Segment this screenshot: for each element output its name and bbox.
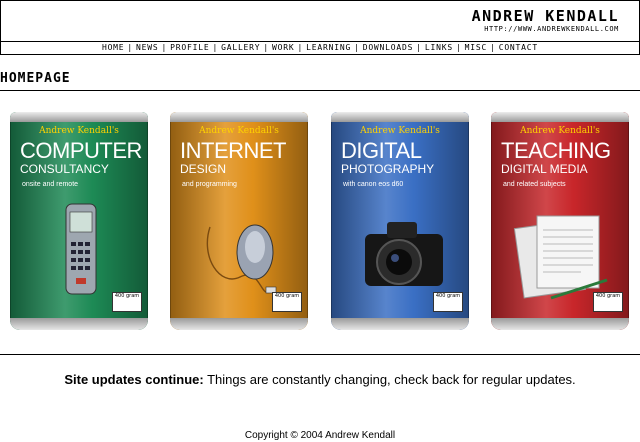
can-rim-top bbox=[10, 112, 148, 122]
nav-links[interactable]: LINKS bbox=[425, 43, 453, 52]
can-tagline: and related subjects bbox=[503, 181, 566, 188]
can-title: DIGITAL bbox=[341, 138, 422, 163]
site-updates: Site updates continue: Things are consta… bbox=[0, 372, 640, 387]
can-title: INTERNET bbox=[180, 138, 287, 163]
nav-separator: | bbox=[263, 43, 270, 52]
can-subtitle: CONSULTANCY bbox=[20, 162, 109, 176]
weight-label: 400 gram bbox=[433, 292, 463, 312]
site-url[interactable]: HTTP://WWW.ANDREWKENDALL.COM bbox=[472, 24, 619, 34]
can-tagline: onsite and remote bbox=[22, 181, 79, 188]
nav-home[interactable]: HOME bbox=[102, 43, 124, 52]
papers-icon bbox=[513, 215, 608, 300]
can-subtitle: DIGITAL MEDIA bbox=[501, 162, 588, 176]
can-digital-photography[interactable]: Andrew Kendall's DIGITAL PHOTOGRAPHY wit… bbox=[331, 112, 469, 330]
nav-contact[interactable]: CONTACT bbox=[499, 43, 538, 52]
can-computer-consultancy[interactable]: Andrew Kendall's COMPUTER CONSULTANCY on… bbox=[10, 112, 148, 330]
site-name[interactable]: ANDREW KENDALL bbox=[472, 8, 619, 24]
can-rim-bottom bbox=[331, 318, 469, 330]
nav-separator: | bbox=[297, 43, 304, 52]
nav-separator: | bbox=[127, 43, 134, 52]
can-rim-bottom bbox=[10, 318, 148, 330]
nav-work[interactable]: WORK bbox=[272, 43, 294, 52]
nav-separator: | bbox=[212, 43, 219, 52]
can-rim-top bbox=[170, 112, 308, 122]
nav-misc[interactable]: MISC bbox=[465, 43, 487, 52]
can-rim-bottom bbox=[170, 318, 308, 330]
nav-news[interactable]: NEWS bbox=[136, 43, 158, 52]
weight-label: 400 gram bbox=[112, 292, 142, 312]
can-teaching-digital-media[interactable]: Andrew Kendall's TEACHING DIGITAL MEDIA … bbox=[491, 112, 629, 330]
can-tagline: and programming bbox=[182, 181, 237, 188]
updates-heading: Site updates continue: bbox=[64, 372, 204, 387]
can-rim-top bbox=[331, 112, 469, 122]
service-cans: Andrew Kendall's COMPUTER CONSULTANCY on… bbox=[0, 112, 640, 334]
camera-icon bbox=[365, 222, 443, 286]
nav-downloads[interactable]: DOWNLOADS bbox=[363, 43, 414, 52]
updates-text: Things are constantly changing, check ba… bbox=[203, 372, 576, 387]
copyright: Copyright © 2004 Andrew Kendall bbox=[244, 430, 396, 441]
can-internet-design[interactable]: Andrew Kendall's INTERNET DESIGN and pro… bbox=[170, 112, 308, 330]
can-brand: Andrew Kendall's bbox=[199, 126, 279, 136]
weight-label: 400 gram bbox=[272, 292, 302, 312]
can-brand: Andrew Kendall's bbox=[520, 126, 600, 136]
nav-profile[interactable]: PROFILE bbox=[170, 43, 209, 52]
can-title: TEACHING bbox=[501, 138, 611, 163]
can-tagline: with canon eos d60 bbox=[343, 181, 404, 188]
nav-separator: | bbox=[455, 43, 462, 52]
nav-separator: | bbox=[416, 43, 422, 52]
nav-separator: | bbox=[161, 43, 168, 52]
site-brand: ANDREW KENDALL HTTP://WWW.ANDREWKENDALL.… bbox=[472, 8, 619, 34]
can-subtitle: PHOTOGRAPHY bbox=[341, 162, 435, 176]
divider bbox=[0, 354, 640, 355]
weight-label: 400 gram bbox=[593, 292, 623, 312]
computer-mouse-icon bbox=[206, 224, 277, 294]
can-brand: Andrew Kendall's bbox=[39, 126, 119, 136]
nav-separator: | bbox=[490, 43, 496, 52]
site-header: ANDREW KENDALL HTTP://WWW.ANDREWKENDALL.… bbox=[0, 0, 640, 42]
can-rim-bottom bbox=[491, 318, 629, 330]
can-title: COMPUTER bbox=[20, 138, 142, 163]
nav-gallery[interactable]: GALLERY bbox=[221, 43, 260, 52]
page-title: HOMEPAGE bbox=[0, 71, 71, 86]
divider bbox=[0, 90, 640, 91]
main-nav: HOME | NEWS | PROFILE | GALLERY | WORK | LEARNING |… bbox=[0, 41, 640, 55]
mobile-phone-icon bbox=[65, 203, 97, 295]
can-subtitle: DESIGN bbox=[180, 162, 227, 176]
can-rim-top bbox=[491, 112, 629, 122]
nav-learning[interactable]: LEARNING bbox=[306, 43, 351, 52]
can-brand: Andrew Kendall's bbox=[360, 126, 440, 136]
nav-separator: | bbox=[354, 43, 360, 52]
